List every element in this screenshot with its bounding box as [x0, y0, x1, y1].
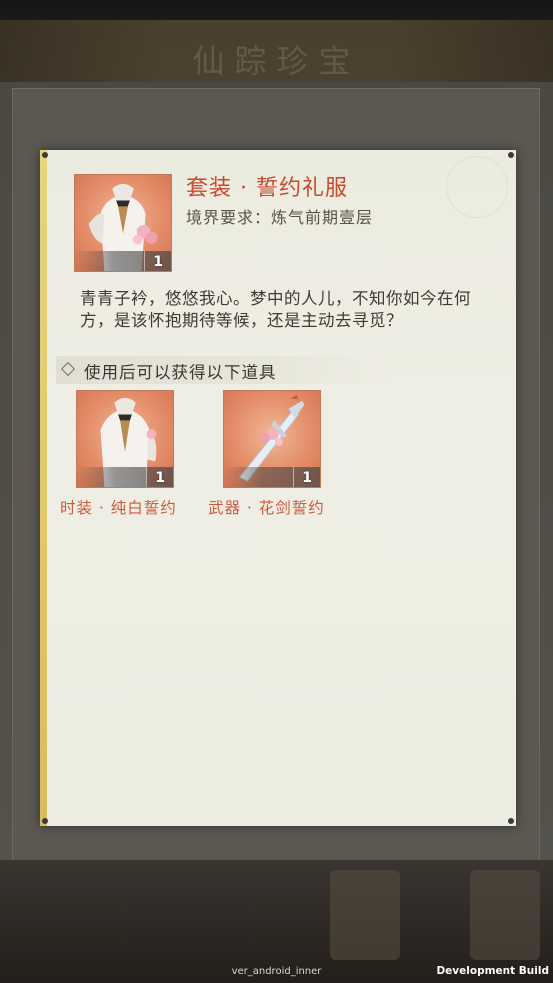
count-divider [146, 467, 147, 487]
card-corner [508, 152, 514, 158]
item-description: 青青子衿，悠悠我心。梦中的人儿，不知你如今在何方，是该怀抱期待等候，还是主动去寻… [80, 289, 471, 330]
background-stool [470, 870, 540, 960]
rewards-section-header: 使用后可以获得以下道具 [56, 356, 386, 384]
reward-name-outfit: 时装 · 纯白誓约 [60, 499, 177, 517]
rewards-section-label: 使用后可以获得以下道具 [84, 363, 277, 382]
reward-name-weapon: 武器 · 花剑誓约 [208, 499, 325, 517]
diamond-icon [60, 361, 76, 377]
card-decoration [446, 156, 508, 218]
reward-count: 1 [302, 470, 312, 486]
item-icon-frame[interactable]: 1 [74, 174, 172, 272]
development-build-label: Development Build [436, 965, 549, 977]
reward-item-outfit[interactable]: 1 [76, 390, 174, 488]
reward-item-weapon[interactable]: 1 [223, 390, 321, 488]
item-requirement: 境界要求：炼气前期壹层 [186, 208, 374, 227]
count-divider [293, 467, 294, 487]
reward-count: 1 [155, 470, 165, 486]
item-count: 1 [153, 254, 163, 270]
item-title: 套装 · 誓约礼服 [186, 176, 348, 201]
card-corner [508, 818, 514, 824]
count-divider [144, 251, 145, 271]
card-spine [40, 150, 47, 826]
background-shop-title: 仙踪珍宝 [192, 42, 361, 80]
background-stool [330, 870, 400, 960]
card-corner [42, 152, 48, 158]
item-detail-card: 1 套装 · 誓约礼服 境界要求：炼气前期壹层 青青子衿，悠悠我心。梦中的人儿，… [40, 150, 516, 826]
card-corner [42, 818, 48, 824]
